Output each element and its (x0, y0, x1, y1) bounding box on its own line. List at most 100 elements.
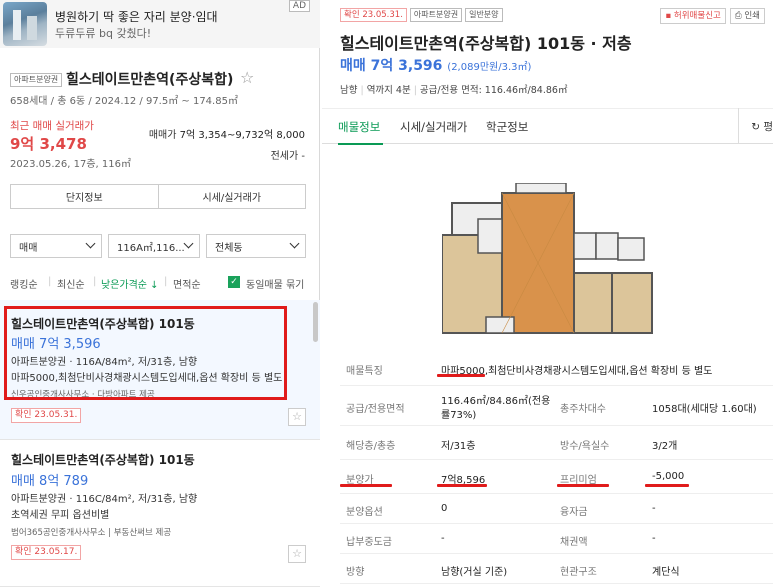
report-fake-listing-label: 허위매물신고 (673, 11, 721, 21)
area-select[interactable]: 116A㎡,116... (108, 234, 200, 258)
tab-school-info[interactable]: 학군정보 (486, 119, 528, 135)
checkbox-icon[interactable]: ✓ (228, 276, 240, 288)
detail-station-distance: 역까지 4분 (366, 85, 411, 96)
listing-agent: 범어365공인중개사사무소 | 부동산써브 제공 (11, 528, 172, 538)
area-key: 공급/전용면적 (346, 404, 405, 415)
dong-select[interactable]: 전체동 (206, 234, 306, 258)
listing-name: 힐스테이트만촌역(주상복합) 101동 (11, 453, 195, 467)
listing-spec: 아파트분양권 · 116C/84m², 저/31층, 남향 (11, 494, 198, 505)
area-value: 116A㎡,116... (117, 242, 185, 254)
trade-type-select[interactable]: 매매 (10, 234, 102, 258)
recent-trade-date: 2023.05.26, 17층, 116㎡ (10, 159, 131, 170)
chevron-down-icon (183, 238, 194, 249)
detail-price: 매매 7억 3,596 (2,089만원/3.3㎡) (340, 55, 531, 75)
tab-trade-price[interactable]: 시세/실거래가 (400, 119, 467, 135)
complex-type-tag: 아파트분양권 (10, 73, 63, 87)
group-same-listings[interactable]: 동일매물 묶기 (246, 276, 304, 291)
sale-price-label: 매매가 (148, 130, 177, 141)
complex-info: 658세대 / 총 6동 / 2024.12 / 97.5㎡ ~ 174.85㎡ (10, 96, 238, 107)
chevron-down-icon (85, 238, 96, 249)
loan-key: 융자금 (560, 507, 588, 518)
sort-area[interactable]: 면적순 (173, 276, 201, 291)
detail-actions: ▪ 허위매물신고 ⎙ 인쇄 (660, 8, 765, 24)
detail-price-per-area: (2,089만원/3.3㎡) (447, 62, 532, 73)
highlight-box (4, 306, 287, 400)
report-fake-listing-button[interactable]: ▪ 허위매물신고 (660, 8, 726, 24)
parking-value: 1058대(세대당 1.60대) (652, 404, 757, 415)
table-row: 공급/전용면적 116.46㎡/84.86㎡(전용 률73%) 총주차대수 10… (340, 386, 773, 426)
sort-separator: | (93, 276, 97, 287)
ad-banner[interactable]: 병원하기 딱 좋은 자리 분양·임대 두류두류 bq 갖췄다! AD (0, 0, 320, 48)
tab-divider (738, 108, 739, 144)
sort-separator: | (48, 276, 52, 287)
summary-separator: | (413, 85, 417, 96)
ad-title: 병원하기 딱 좋은 자리 분양·임대 (55, 10, 218, 24)
option-key: 분양옵션 (346, 507, 383, 518)
bond-value: - (652, 533, 656, 544)
loan-value: - (652, 503, 656, 514)
print-button[interactable]: ⎙ 인쇄 (729, 8, 765, 24)
listing-features: 초역세권 무피 옵션비별 (11, 510, 110, 521)
sale-price-range: 매매가 7억 3,354~9,732억 8,000 (149, 126, 305, 141)
app-root: 병원하기 딱 좋은 자리 분양·임대 두류두류 bq 갖췄다! AD 아파트분양… (0, 0, 773, 587)
ad-thumbnail (3, 2, 47, 46)
detail-tabs: 매물정보 시세/실거래가 학군정보 ↻ 평 (322, 108, 773, 145)
confirm-date-badge: 확인 23.05.31. (340, 8, 407, 22)
complex-info-button[interactable]: 단지정보 (11, 185, 159, 208)
entrance-value: 계단식 (652, 567, 680, 578)
table-row: 해당층/총층 저/31층 방수/욕실수 3/2개 (340, 426, 773, 460)
parking-key: 총주차대수 (560, 404, 606, 415)
printer-icon: ⎙ (734, 11, 745, 21)
detail-direction: 남향 (340, 85, 358, 96)
table-row: 방향 남향(거실 기준) 현관구조 계단식 (340, 554, 773, 584)
underline-annotation (437, 484, 487, 487)
feature-key: 매물특징 (346, 366, 383, 377)
recent-trade-price: 9억 3,478 (10, 135, 87, 153)
entrance-key: 현관구조 (560, 567, 597, 578)
paid-value: - (441, 533, 445, 544)
underline-annotation (645, 484, 689, 487)
favorite-star-icon[interactable]: ☆ (288, 408, 306, 426)
detail-title: 힐스테이트만촌역(주상복합) 101동 · 저층 (340, 34, 632, 53)
listing-panel: 병원하기 딱 좋은 자리 분양·임대 두류두류 bq 갖췄다! AD 아파트분양… (0, 0, 320, 587)
pyeong-toggle[interactable]: ↻ 평 (751, 119, 773, 134)
listing-card[interactable]: 힐스테이트만촌역(주상복합) 101동 매매 8억 789 아파트분양권 · 1… (0, 440, 320, 587)
paid-key: 납부중도금 (346, 537, 392, 548)
detail-price-value: 매매 7억 3,596 (340, 58, 443, 74)
sort-latest[interactable]: 최신순 (57, 276, 85, 291)
listing-price: 매매 8억 789 (11, 474, 89, 489)
table-row: 분양가 7억8,596 프리미엄 -5,000 (340, 460, 773, 494)
detail-summary: 남향 | 역까지 4분 | 공급/전용 면적: 116.46㎡/84.86㎡ (340, 82, 567, 96)
underline-annotation (557, 484, 609, 487)
dong-value: 전체동 (215, 242, 243, 254)
table-row: 분양옵션 0 융자금 - (340, 494, 773, 524)
sort-ranking[interactable]: 랭킹순 (10, 276, 38, 291)
detail-tags: 확인 23.05.31. 아파트분양권 일반분양 (340, 8, 503, 22)
favorite-star-icon[interactable]: ☆ (240, 68, 254, 87)
ad-subtitle: 두류두류 bq 갖췄다! (55, 27, 152, 40)
floorplan-image[interactable] (442, 183, 662, 338)
ad-badge: AD (288, 0, 310, 12)
trade-type-value: 매매 (19, 242, 38, 254)
print-label: 인쇄 (744, 11, 760, 21)
sale-price-value: 7억 3,354~9,732억 8,000 (179, 130, 305, 141)
summary-separator: | (360, 85, 364, 96)
filter-row: 매매 116A㎡,116... 전체동 (10, 234, 306, 258)
direction-value: 남향(거실 기준) (441, 567, 508, 578)
detail-area: 공급/전용 면적: 116.46㎡/84.86㎡ (419, 85, 568, 96)
sort-price-low[interactable]: 낮은가격순 ↓ (101, 276, 159, 291)
jeonse-price: 전세가 - (270, 151, 305, 162)
floor-key: 해당층/총층 (346, 441, 396, 452)
list-scrollbar[interactable] (313, 302, 318, 342)
sort-separator: | (164, 276, 168, 287)
confirm-date-badge: 확인 23.05.31. (11, 408, 82, 423)
tab-listing-info[interactable]: 매물정보 (338, 119, 380, 135)
complex-name: 힐스테이트만촌역(주상복합) (66, 72, 234, 88)
table-row: 매물특징 마파5000,최첨단비사경채광시스템도입세대,옵션 확장비 등 별도 (340, 350, 773, 386)
siren-icon: ▪ (665, 11, 674, 21)
underline-annotation (340, 484, 392, 487)
direction-key: 방향 (346, 567, 365, 578)
area-value-line2: 률73%) (441, 410, 477, 421)
trade-price-button[interactable]: 시세/실거래가 (159, 185, 306, 208)
favorite-star-icon[interactable]: ☆ (288, 545, 306, 563)
